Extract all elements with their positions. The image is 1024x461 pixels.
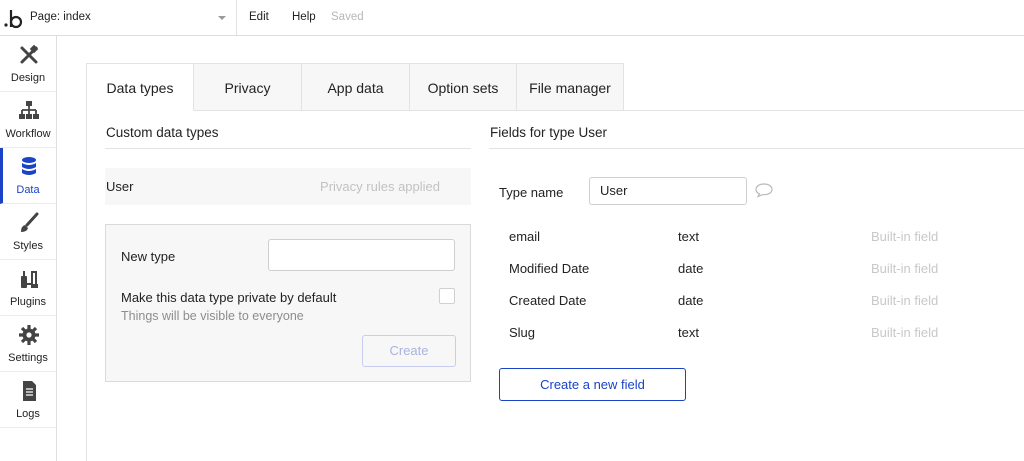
sidebar-item-plugins[interactable]: Plugins <box>0 260 56 316</box>
saved-status: Saved <box>331 11 364 23</box>
field-name[interactable]: email <box>509 229 540 244</box>
divider <box>489 148 1024 149</box>
tab-data-types[interactable]: Data types <box>87 63 194 111</box>
fields-title: Fields for type User <box>490 125 608 140</box>
gear-icon <box>19 325 39 345</box>
sidebar-item-label: Data <box>16 184 40 196</box>
menu-help[interactable]: Help <box>292 11 316 23</box>
new-type-label: New type <box>121 249 176 264</box>
field-tag: Built-in field <box>871 229 939 244</box>
field-tag: Built-in field <box>871 261 939 276</box>
new-type-input[interactable] <box>268 239 455 271</box>
private-default-label: Make this data type private by default <box>121 290 337 305</box>
new-type-form: New type Make this data type private by … <box>105 224 471 382</box>
sidebar-item-label: Settings <box>8 352 48 364</box>
workflow-icon <box>19 101 39 119</box>
sidebar-item-label: Workflow <box>5 128 51 140</box>
custom-data-types-title: Custom data types <box>106 125 219 140</box>
type-name-label: Type name <box>499 185 564 200</box>
tab-app-data[interactable]: App data <box>302 63 410 111</box>
page-selector[interactable]: Page: index <box>26 0 237 35</box>
private-default-hint: Things will be visible to everyone <box>121 309 304 323</box>
tab-bar: Data types Privacy App data Option sets … <box>87 63 1024 111</box>
sidebar-item-label: Styles <box>13 240 43 252</box>
plug-icon <box>21 271 38 288</box>
type-name-input[interactable]: User <box>589 177 747 205</box>
sidebar-item-label: Logs <box>16 408 40 420</box>
sidebar-item-styles[interactable]: Styles <box>0 204 56 260</box>
document-icon <box>23 381 36 401</box>
sidebar-item-label: Design <box>10 72 46 84</box>
menu-edit[interactable]: Edit <box>249 11 269 23</box>
field-name[interactable]: Modified Date <box>509 261 589 276</box>
top-bar: Page: index Edit Help Saved <box>0 0 1024 36</box>
field-type: date <box>678 261 704 276</box>
chevron-down-icon <box>218 16 226 20</box>
database-icon <box>22 157 36 175</box>
design-icon <box>20 44 39 64</box>
tab-file-manager[interactable]: File manager <box>517 63 624 111</box>
field-name[interactable]: Created Date <box>509 293 586 308</box>
field-name[interactable]: Slug <box>509 325 535 340</box>
left-sidebar: Design Workflow Data Styles Plugins Sett… <box>0 36 57 461</box>
sidebar-item-settings[interactable]: Settings <box>0 316 56 372</box>
sidebar-item-design[interactable]: Design <box>0 36 56 92</box>
create-type-button[interactable]: Create <box>362 335 456 367</box>
tab-option-sets[interactable]: Option sets <box>410 63 517 111</box>
brush-icon <box>21 212 39 232</box>
data-type-row-user[interactable]: User Privacy rules applied <box>105 168 471 205</box>
sidebar-item-label: Plugins <box>9 296 47 308</box>
data-panel: Data types Privacy App data Option sets … <box>86 63 1024 461</box>
private-default-checkbox[interactable] <box>439 288 455 304</box>
sidebar-item-data[interactable]: Data <box>0 148 56 204</box>
bubble-logo-icon[interactable] <box>3 5 25 31</box>
tab-privacy[interactable]: Privacy <box>194 63 302 111</box>
sidebar-item-logs[interactable]: Logs <box>0 372 56 428</box>
field-type: date <box>678 293 704 308</box>
sidebar-item-workflow[interactable]: Workflow <box>0 92 56 148</box>
page-selector-label: Page: index <box>30 11 91 23</box>
field-tag: Built-in field <box>871 293 939 308</box>
create-new-field-button[interactable]: Create a new field <box>499 368 686 401</box>
data-type-name: User <box>106 179 134 194</box>
comment-icon[interactable] <box>754 181 774 199</box>
field-type: text <box>678 325 699 340</box>
field-tag: Built-in field <box>871 325 939 340</box>
privacy-status: Privacy rules applied <box>320 179 440 194</box>
field-type: text <box>678 229 699 244</box>
divider <box>105 148 471 149</box>
